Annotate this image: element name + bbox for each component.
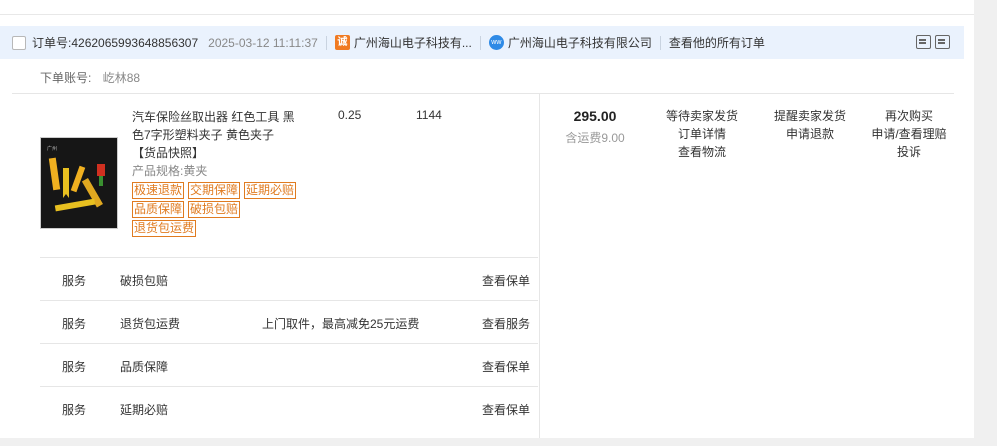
product-title-link[interactable]: 汽车保险丝取出器 红色工具 黑色7字形塑料夹子 黄色夹子	[132, 108, 302, 144]
order-checkbox[interactable]	[12, 35, 26, 50]
wangwang-icon[interactable]: ww	[488, 35, 504, 50]
view-service-link[interactable]: 查看服务	[482, 315, 530, 332]
seller-actions-column: 提醒卖家发货 申请退款	[758, 107, 862, 143]
remind-seller-link[interactable]: 提醒卖家发货	[758, 107, 862, 125]
order-status: 等待卖家发货	[665, 109, 738, 123]
seller-chat-link[interactable]: 广州海山电子科技有限公司	[508, 34, 652, 51]
order-header: 订单号: 4262065993648856307 2025-03-12 11:1…	[0, 26, 964, 59]
table-row: 服务 延期必赔 查看保单	[40, 386, 538, 429]
account-row: 下单账号: 屹林88	[40, 69, 140, 86]
note-icon[interactable]	[916, 35, 931, 49]
service-label: 服务	[62, 317, 87, 331]
service-label: 服务	[62, 360, 87, 374]
view-policy-link[interactable]: 查看保单	[482, 401, 530, 418]
buy-again-link[interactable]: 再次购买	[860, 107, 958, 125]
more-actions-column: 再次购买 申请/查看理赔 投诉	[860, 107, 958, 161]
unit-price: 0.25	[338, 108, 362, 122]
quantity: 1144	[416, 108, 442, 122]
header-separator	[325, 35, 327, 50]
service-label: 服务	[62, 403, 87, 417]
shipping-fee: 含运费9.00	[565, 131, 625, 145]
service-desc: 上门取件，最高减免25元运费	[262, 317, 420, 331]
tag-delay-compensation[interactable]: 延期必赔	[244, 182, 297, 199]
snapshot-link[interactable]: 【货品快照】	[132, 144, 204, 161]
product-image: 广州	[41, 138, 117, 228]
order-number: 4262065993648856307	[71, 35, 199, 50]
top-strip	[0, 0, 974, 15]
apply-refund-link[interactable]: 申请退款	[758, 125, 862, 143]
header-tools	[916, 35, 950, 49]
complaint-link[interactable]: 投诉	[860, 143, 958, 161]
order-detail-link[interactable]: 订单详情	[650, 125, 754, 143]
divider	[12, 93, 954, 94]
service-name: 破损包赔	[120, 274, 169, 288]
table-row: 服务 品质保障 查看保单	[40, 343, 538, 386]
total-price: 295.00	[573, 108, 617, 124]
product-thumbnail[interactable]: 广州	[40, 137, 118, 229]
order-time: 2025-03-12 11:11:37	[208, 35, 318, 50]
tag-fast-refund[interactable]: 极速退款	[132, 182, 185, 199]
view-policy-link[interactable]: 查看保单	[482, 272, 530, 289]
table-row: 服务 退货包运费 上门取件，最高减免25元运费 查看服务	[40, 300, 538, 343]
tag-damage-compensation[interactable]: 破损包赔	[188, 201, 241, 218]
view-all-orders-link[interactable]: 查看他的所有订单	[669, 34, 765, 51]
service-label: 服务	[62, 274, 87, 288]
services-table: 服务 破损包赔 查看保单 服务 退货包运费 上门取件，最高减免25元运费 查看服…	[40, 257, 538, 429]
tag-quality-guarantee[interactable]: 品质保障	[132, 201, 185, 218]
svg-text:广州: 广州	[47, 145, 57, 152]
claim-link[interactable]: 申请/查看理赔	[860, 125, 958, 143]
header-separator	[659, 35, 661, 50]
scrollbar-gutter	[974, 0, 997, 446]
service-name: 品质保障	[120, 360, 169, 374]
shop-icon: 诚	[334, 35, 350, 50]
account-label: 下单账号:	[40, 71, 92, 85]
status-column: 等待卖家发货 订单详情 查看物流	[650, 107, 754, 161]
header-separator	[479, 35, 481, 50]
account-value: 屹林88	[102, 71, 141, 85]
service-name: 退货包运费	[120, 317, 181, 331]
product-spec: 产品规格:黄夹	[132, 164, 208, 178]
tag-delivery-guarantee[interactable]: 交期保障	[188, 182, 241, 199]
view-policy-link[interactable]: 查看保单	[482, 358, 530, 375]
shop-name-link[interactable]: 广州海山电子科技有...	[354, 34, 472, 51]
order-card: 订单号: 4262065993648856307 2025-03-12 11:1…	[0, 15, 974, 438]
flag-icon[interactable]	[935, 35, 950, 49]
table-row: 服务 破损包赔 查看保单	[40, 257, 538, 300]
tag-return-shipping[interactable]: 退货包运费	[132, 220, 197, 237]
service-tags: 极速退款 交期保障 延期必赔 品质保障 破损包赔 退货包运费	[132, 182, 307, 237]
order-number-label: 订单号:	[32, 36, 72, 50]
view-logistics-link[interactable]: 查看物流	[650, 143, 754, 161]
service-name: 延期必赔	[120, 403, 169, 417]
